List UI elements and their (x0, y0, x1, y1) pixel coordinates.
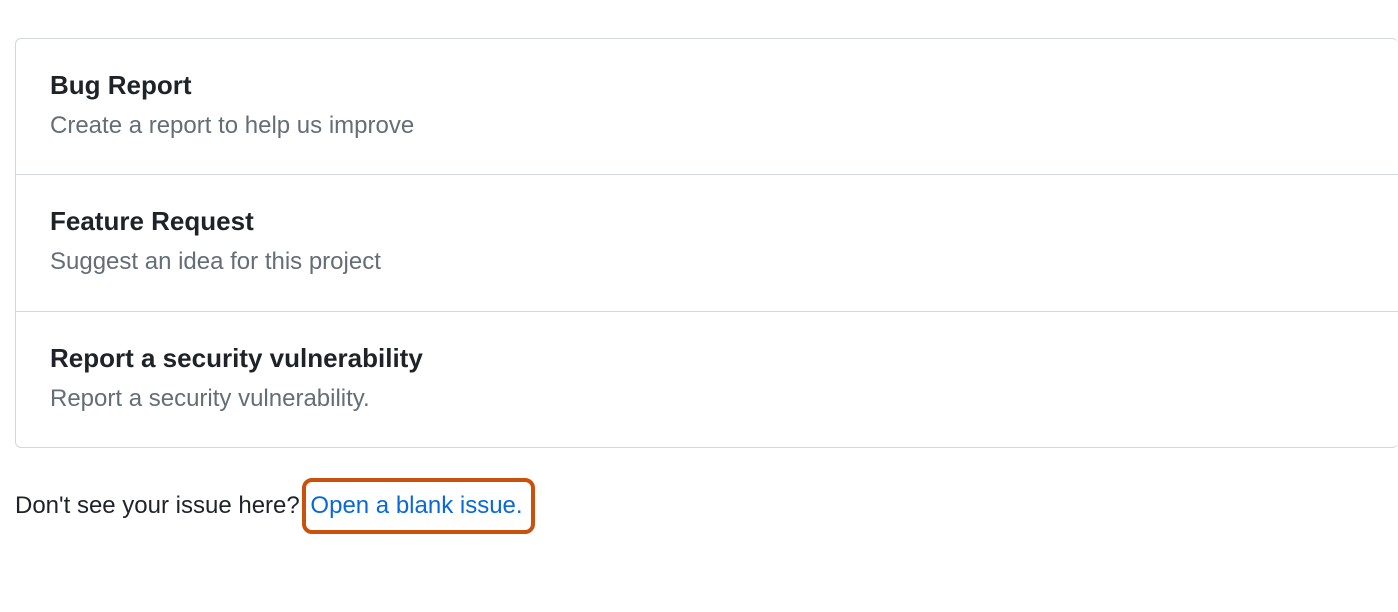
open-blank-issue-link[interactable]: Open a blank issue. (302, 478, 534, 534)
template-title: Bug Report (50, 69, 1364, 103)
template-item-bug-report[interactable]: Bug Report Create a report to help us im… (16, 39, 1398, 175)
template-title: Report a security vulnerability (50, 342, 1364, 376)
template-item-feature-request[interactable]: Feature Request Suggest an idea for this… (16, 175, 1398, 311)
template-description: Suggest an idea for this project (50, 245, 1364, 279)
template-item-security-vulnerability[interactable]: Report a security vulnerability Report a… (16, 312, 1398, 447)
footer-prompt: Don't see your issue here? Open a blank … (0, 448, 1398, 534)
template-description: Create a report to help us improve (50, 109, 1364, 143)
template-description: Report a security vulnerability. (50, 382, 1364, 416)
template-title: Feature Request (50, 205, 1364, 239)
issue-template-list: Bug Report Create a report to help us im… (15, 38, 1398, 448)
footer-prompt-text: Don't see your issue here? (15, 492, 306, 519)
